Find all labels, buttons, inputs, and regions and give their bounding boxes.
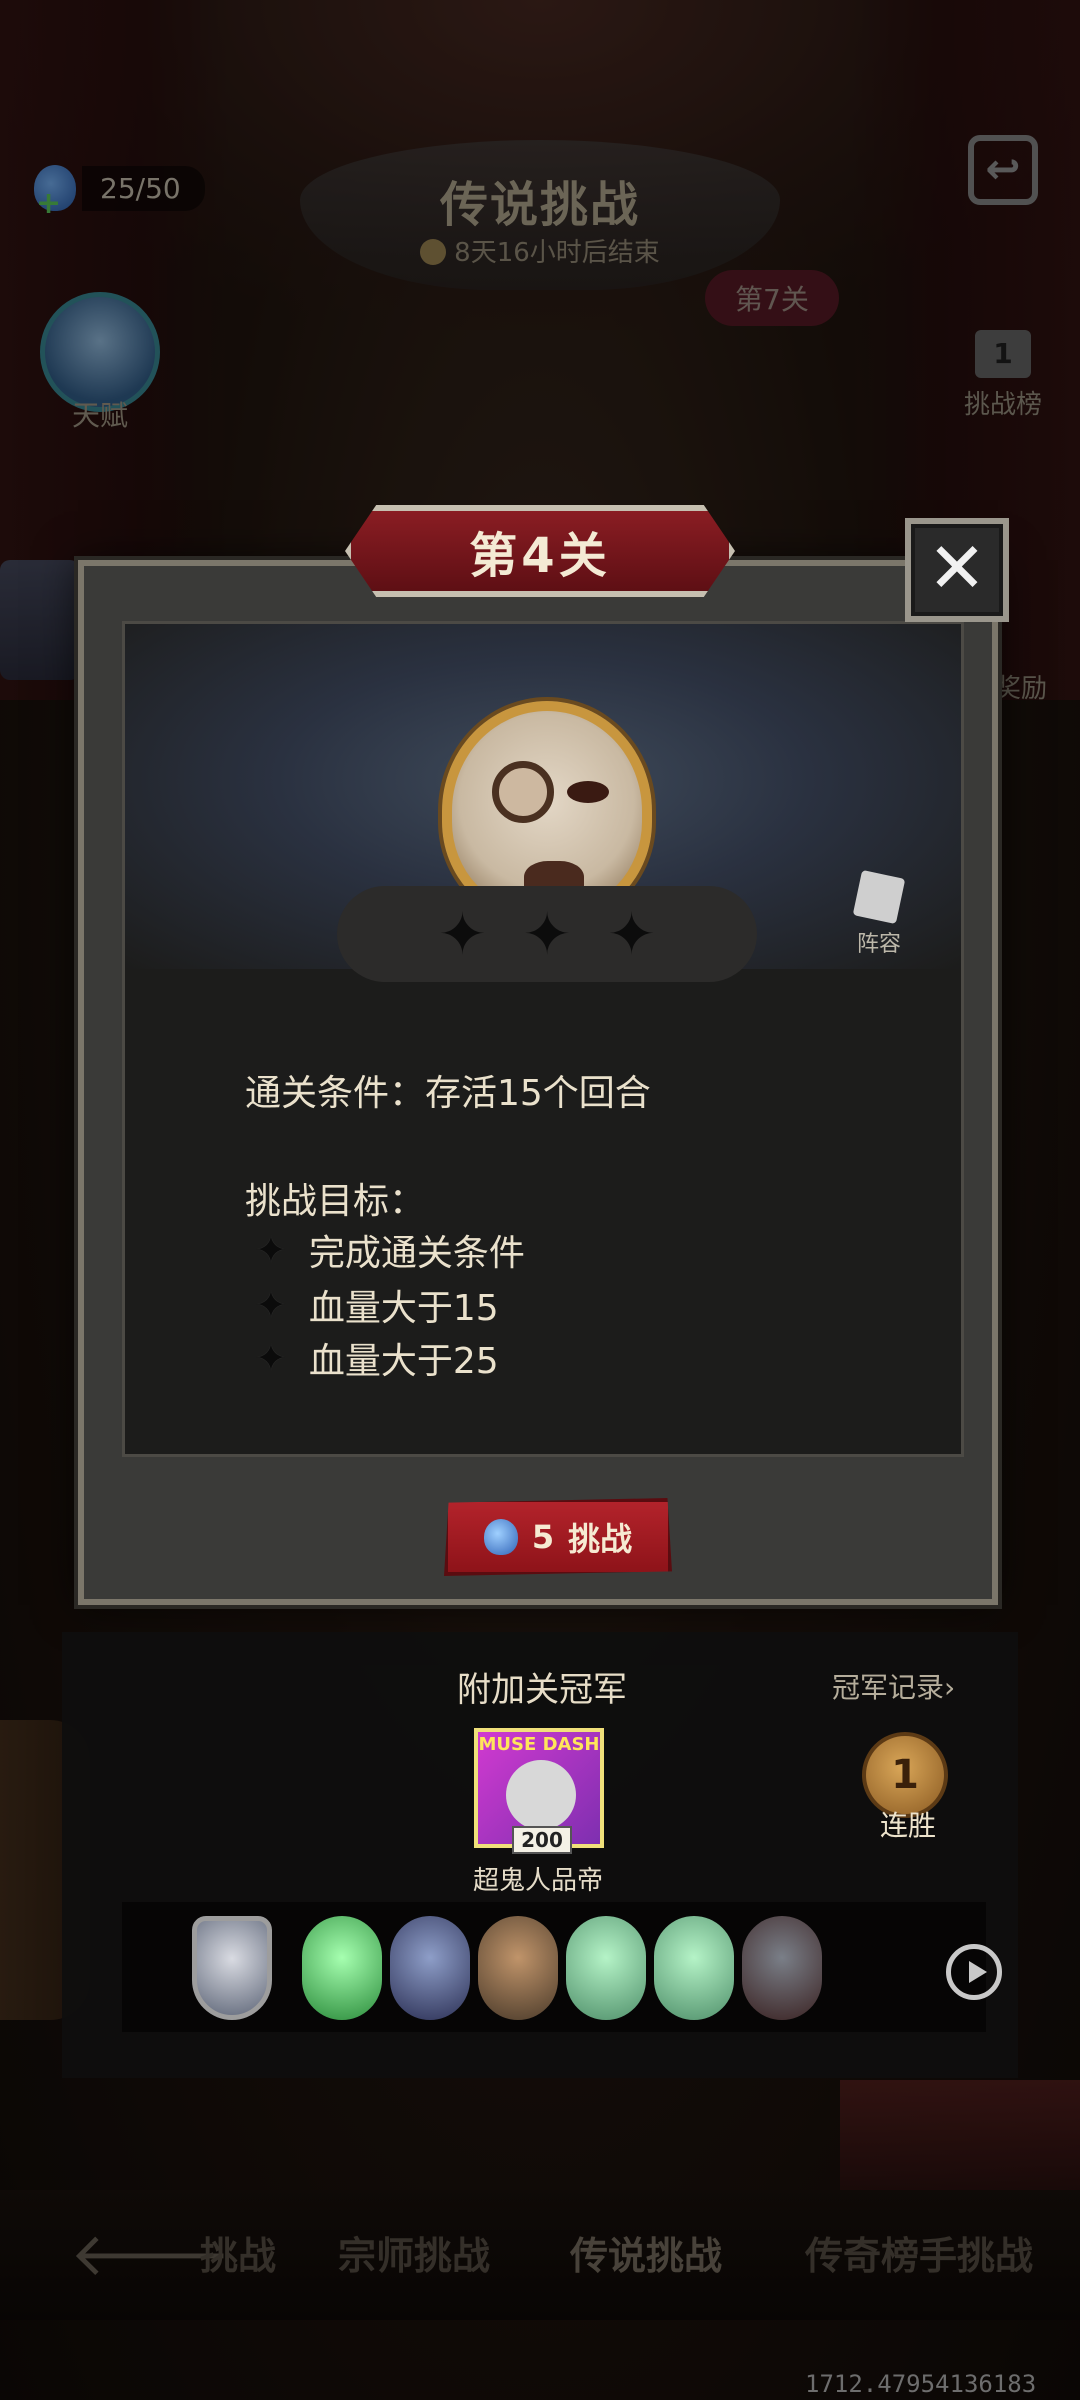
objectives-title: 挑战目标：	[245, 1181, 426, 1222]
monocle-icon	[492, 761, 554, 823]
streak-label: 连胜	[879, 1809, 936, 1842]
star-bullet-icon: ✦	[255, 1283, 287, 1327]
champion-title: 附加关冠军	[457, 1670, 627, 1710]
star-bullet-icon: ✦	[255, 1228, 287, 1272]
challenge-button[interactable]: 5 挑战	[444, 1498, 672, 1576]
objective-item: ✦ 血量大于15	[255, 1279, 499, 1331]
close-icon: ✕	[927, 527, 987, 609]
eye-icon	[567, 781, 609, 803]
coordinate-readout: 1712.47954136183	[805, 2370, 1037, 2398]
avatar	[506, 1760, 576, 1830]
star-icon: ✦	[522, 900, 572, 968]
team-member-witch[interactable]	[390, 1916, 470, 2020]
star-icon: ✦	[607, 900, 656, 968]
challenge-cost: 5	[531, 1518, 555, 1556]
boss-banner: ✦ ✦ ✦ 阵容	[125, 624, 961, 982]
potion-icon	[483, 1519, 518, 1555]
lineup-button[interactable]: 阵容	[839, 869, 919, 958]
champion-score-badge: 200	[512, 1826, 572, 1854]
clear-condition: 通关条件：存活15个回合	[245, 1073, 651, 1114]
champion-record-link[interactable]: 冠军记录›	[832, 1666, 955, 1706]
team-member-leader[interactable]	[192, 1916, 272, 2020]
dialog-content: ✦ ✦ ✦ 阵容 通关条件：存活15个回合 挑战目标： ✦ 完成通关条件 ✦ 血…	[122, 621, 964, 1457]
champion-panel: 附加关冠军 冠军记录› MUSE DASH 200 超鬼人品帝 1 连胜	[62, 1632, 1018, 2078]
lineup-icon	[852, 869, 906, 925]
team-member-ghost[interactable]	[566, 1916, 646, 2020]
star-rating: ✦ ✦ ✦	[337, 886, 757, 982]
team-member-ghost[interactable]	[654, 1916, 734, 2020]
star-bullet-icon: ✦	[255, 1336, 287, 1380]
team-member-knight[interactable]	[742, 1916, 822, 2020]
champion-team-row	[122, 1902, 1002, 2032]
objective-item: ✦ 完成通关条件	[255, 1224, 525, 1276]
objective-item: ✦ 血量大于25	[255, 1332, 499, 1384]
replay-icon[interactable]	[946, 1944, 1002, 2000]
star-icon: ✦	[438, 900, 487, 968]
team-member-brute[interactable]	[478, 1916, 558, 2020]
close-button[interactable]: ✕	[905, 518, 1009, 622]
objective-text: 血量大于25	[308, 1341, 499, 1382]
card-brand: MUSE DASH	[478, 1734, 600, 1755]
challenge-label: 挑战	[568, 1520, 633, 1558]
team-member-green[interactable]	[302, 1916, 382, 2020]
objective-text: 完成通关条件	[308, 1233, 525, 1274]
objective-text: 血量大于15	[308, 1288, 499, 1329]
lineup-label: 阵容	[856, 932, 901, 957]
champion-name: 超鬼人品帝	[472, 1866, 603, 1896]
level-title-plaque: 第4关	[345, 505, 735, 597]
level-dialog: ✦ ✦ ✦ 阵容 通关条件：存活15个回合 挑战目标： ✦ 完成通关条件 ✦ 血…	[78, 560, 998, 1605]
